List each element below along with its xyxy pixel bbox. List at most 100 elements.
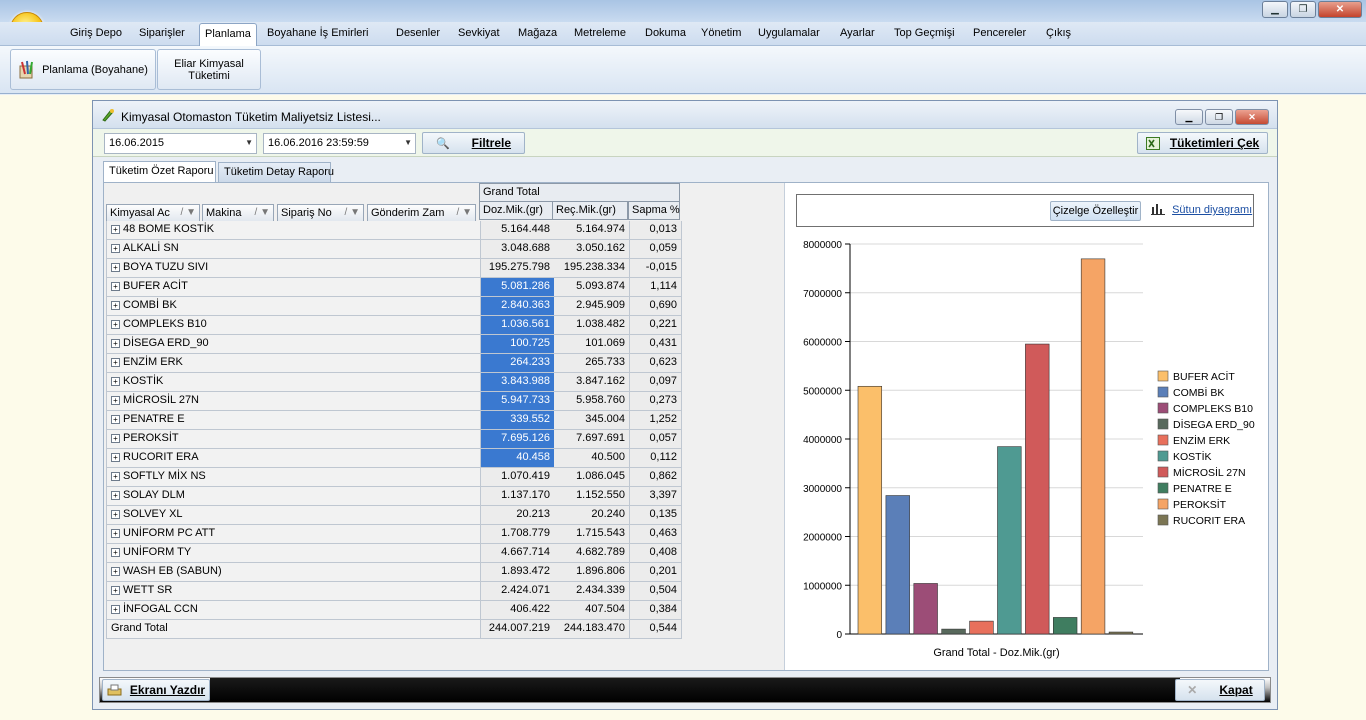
cell-rec[interactable]: 244.183.470 (554, 620, 630, 639)
menu-item-7[interactable]: Metreleme (574, 27, 626, 39)
cell-doz[interactable]: 1.070.419 (481, 468, 555, 487)
cell-doz[interactable]: 5.947.733 (481, 392, 555, 411)
menu-item-2[interactable]: Planlama (199, 23, 257, 46)
cell-sap[interactable]: 0,059 (630, 240, 682, 259)
expand-icon[interactable]: + (111, 510, 120, 519)
menu-item-11[interactable]: Ayarlar (840, 27, 875, 39)
cell-sap[interactable]: 1,114 (630, 278, 682, 297)
child-minimize-icon[interactable]: ▁ (1175, 109, 1203, 125)
cell-sap[interactable]: -0,015 (630, 259, 682, 278)
sort-filter-icon[interactable]: / ▼ (255, 207, 270, 218)
table-row[interactable]: + MİCROSİL 27N 5.947.733 5.958.760 0,273 (106, 392, 682, 411)
row-label[interactable]: + RUCORIT ERA (106, 449, 481, 468)
customize-chart-button[interactable]: Çizelge Özelleştir (1050, 201, 1141, 221)
cell-doz[interactable]: 7.695.126 (481, 430, 555, 449)
expand-icon[interactable]: + (111, 358, 120, 367)
row-label[interactable]: + COMBİ BK (106, 297, 481, 316)
menu-item-0[interactable]: Giriş Depo (70, 27, 122, 39)
expand-icon[interactable]: + (111, 472, 120, 481)
table-row[interactable]: + SOLAY DLM 1.137.170 1.152.550 3,397 (106, 487, 682, 506)
table-row[interactable]: + UNİFORM PC ATT 1.708.779 1.715.543 0,463 (106, 525, 682, 544)
row-label[interactable]: + DİSEGA ERD_90 (106, 335, 481, 354)
table-row[interactable]: + DİSEGA ERD_90 100.725 101.069 0,431 (106, 335, 682, 354)
column-header[interactable]: Reç.Mik.(gr) (552, 201, 628, 220)
table-row[interactable]: + UNİFORM TY 4.667.714 4.682.789 0,408 (106, 544, 682, 563)
table-row[interactable]: + SOLVEY XL 20.213 20.240 0,135 (106, 506, 682, 525)
cell-sap[interactable]: 0,273 (630, 392, 682, 411)
cell-rec[interactable]: 407.504 (554, 601, 630, 620)
filter-button[interactable]: 🔍 Filtrele (422, 132, 525, 154)
date-from-select[interactable]: 16.06.2015 ▼ (104, 133, 257, 154)
column-chart-button[interactable]: Sütun diyagramı (1151, 203, 1252, 216)
expand-icon[interactable]: + (111, 244, 120, 253)
child-close-icon[interactable]: ✕ (1235, 109, 1269, 125)
cell-sap[interactable]: 0,862 (630, 468, 682, 487)
sort-filter-icon[interactable]: / ▼ (345, 207, 360, 218)
date-to-select[interactable]: 16.06.2016 23:59:59 ▼ (263, 133, 416, 154)
expand-icon[interactable]: + (111, 263, 120, 272)
cell-doz[interactable]: 20.213 (481, 506, 555, 525)
cell-rec[interactable]: 1.086.045 (554, 468, 630, 487)
cell-doz[interactable]: 1.137.170 (481, 487, 555, 506)
cell-rec[interactable]: 5.164.974 (554, 221, 630, 240)
cell-sap[interactable]: 0,623 (630, 354, 682, 373)
close-button[interactable]: ✕ Kapat (1175, 679, 1265, 701)
row-label[interactable]: + UNİFORM TY (106, 544, 481, 563)
cell-doz[interactable]: 3.843.988 (481, 373, 555, 392)
cell-sap[interactable]: 0,135 (630, 506, 682, 525)
cell-doz[interactable]: 40.458 (481, 449, 555, 468)
row-label[interactable]: + UNİFORM PC ATT (106, 525, 481, 544)
menu-item-4[interactable]: Desenler (396, 27, 440, 39)
table-row[interactable]: + COMBİ BK 2.840.363 2.945.909 0,690 (106, 297, 682, 316)
menu-item-13[interactable]: Pencereler (973, 27, 1026, 39)
cell-doz[interactable]: 3.048.688 (481, 240, 555, 259)
cell-rec[interactable]: 40.500 (554, 449, 630, 468)
menu-item-9[interactable]: Yönetim (701, 27, 741, 39)
column-header[interactable]: Doz.Mik.(gr) (479, 201, 553, 220)
expand-icon[interactable]: + (111, 453, 120, 462)
menu-item-12[interactable]: Top Geçmişi (894, 27, 955, 39)
child-restore-icon[interactable]: ❐ (1205, 109, 1233, 125)
table-row[interactable]: + BUFER ACİT 5.081.286 5.093.874 1,114 (106, 278, 682, 297)
cell-doz[interactable]: 5.081.286 (481, 278, 555, 297)
cell-doz[interactable]: 1.708.779 (481, 525, 555, 544)
cell-rec[interactable]: 5.958.760 (554, 392, 630, 411)
pivot-field-button[interactable]: Kimyasal Ac / ▼ (106, 204, 200, 222)
cell-sap[interactable]: 0,544 (630, 620, 682, 639)
cell-rec[interactable]: 1.715.543 (554, 525, 630, 544)
expand-icon[interactable]: + (111, 282, 120, 291)
table-row[interactable]: + ENZİM ERK 264.233 265.733 0,623 (106, 354, 682, 373)
cell-doz[interactable]: 1.893.472 (481, 563, 555, 582)
pivot-field-button[interactable]: Gönderim Zam / ▼ (367, 204, 476, 222)
cell-doz[interactable]: 406.422 (481, 601, 555, 620)
planning-dyehouse-button[interactable]: Planlama (Boyahane) (10, 49, 156, 90)
cell-doz[interactable]: 2.424.071 (481, 582, 555, 601)
cell-doz[interactable]: 5.164.448 (481, 221, 555, 240)
minimize-icon[interactable]: ▁ (1262, 1, 1288, 18)
cell-doz[interactable]: 339.552 (481, 411, 555, 430)
cell-rec[interactable]: 3.050.162 (554, 240, 630, 259)
table-row[interactable]: + PEROKSİT 7.695.126 7.697.691 0,057 (106, 430, 682, 449)
pivot-field-button[interactable]: Makina / ▼ (202, 204, 274, 222)
cell-doz[interactable]: 1.036.561 (481, 316, 555, 335)
cell-sap[interactable]: 0,504 (630, 582, 682, 601)
row-label[interactable]: + KOSTİK (106, 373, 481, 392)
row-label[interactable]: + BOYA TUZU SIVI (106, 259, 481, 278)
cell-rec[interactable]: 101.069 (554, 335, 630, 354)
cell-rec[interactable]: 2.434.339 (554, 582, 630, 601)
cell-rec[interactable]: 2.945.909 (554, 297, 630, 316)
cell-sap[interactable]: 0,013 (630, 221, 682, 240)
tab-summary-report[interactable]: Tüketim Özet Raporu (103, 161, 216, 182)
table-row[interactable]: + ALKALİ SN 3.048.688 3.050.162 0,059 (106, 240, 682, 259)
cell-sap[interactable]: 0,221 (630, 316, 682, 335)
cell-rec[interactable]: 1.152.550 (554, 487, 630, 506)
cell-doz[interactable]: 264.233 (481, 354, 555, 373)
expand-icon[interactable]: + (111, 320, 120, 329)
cell-sap[interactable]: 0,112 (630, 449, 682, 468)
expand-icon[interactable]: + (111, 339, 120, 348)
cell-rec[interactable]: 20.240 (554, 506, 630, 525)
tab-detail-report[interactable]: Tüketim Detay Raporu (218, 162, 334, 182)
table-row[interactable]: + SOFTLY MİX NS 1.070.419 1.086.045 0,862 (106, 468, 682, 487)
cell-sap[interactable]: 0,408 (630, 544, 682, 563)
row-label[interactable]: + SOLVEY XL (106, 506, 481, 525)
